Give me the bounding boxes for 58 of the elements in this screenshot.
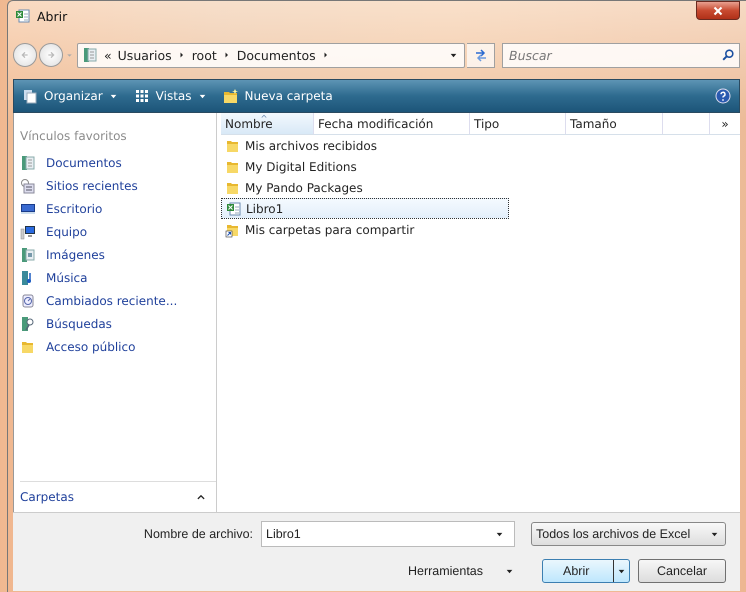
file-row[interactable]: My Digital Editions xyxy=(221,156,509,177)
window-title: Abrir xyxy=(37,8,68,24)
pages-icon xyxy=(22,88,38,104)
more-columns-button[interactable]: » xyxy=(710,113,740,134)
sidebar-item[interactable]: Cambiados reciente... xyxy=(20,289,216,312)
caret-icon xyxy=(178,51,186,59)
search-field[interactable]: Buscar xyxy=(502,42,740,68)
overflow-chevron[interactable]: « xyxy=(104,48,112,62)
document-folder-icon xyxy=(82,47,98,63)
sidebar-item[interactable]: Música xyxy=(20,266,216,289)
close-button[interactable] xyxy=(696,1,740,20)
toolbar-button[interactable]: Organizar xyxy=(22,88,118,104)
breadcrumb[interactable]: Documentos xyxy=(236,48,316,62)
clock-folder-icon xyxy=(20,292,36,308)
file-type-dropdown[interactable]: Todos los archivos de Excel xyxy=(531,522,726,546)
refresh-button[interactable] xyxy=(467,42,495,68)
sidebar-item[interactable]: Búsquedas xyxy=(20,312,216,335)
toolbar-button[interactable]: Vistas xyxy=(134,88,207,104)
recent-places-icon xyxy=(20,178,36,194)
sidebar-item[interactable]: Documentos xyxy=(20,151,216,174)
sidebar-item[interactable]: Imágenes xyxy=(20,243,216,266)
help-button[interactable] xyxy=(715,88,731,104)
breadcrumb[interactable]: root xyxy=(192,48,217,62)
caret-icon xyxy=(222,51,231,59)
file-row[interactable]: My Pando Packages xyxy=(221,177,509,198)
address-bar[interactable]: « Usuarios root Documentos xyxy=(77,42,465,68)
toolbar-button[interactable]: Nueva carpeta xyxy=(222,88,333,104)
grid-icon xyxy=(134,88,150,104)
computer-icon xyxy=(20,224,36,240)
pictures-folder-icon xyxy=(20,246,36,262)
help-icon xyxy=(715,88,731,104)
sidebar-item[interactable]: Equipo xyxy=(20,220,216,243)
spreadsheet-icon xyxy=(15,8,31,24)
filename-label: Nombre de archivo: xyxy=(144,527,253,541)
breadcrumb[interactable]: Usuarios xyxy=(118,48,172,62)
column-header[interactable]: Nombre xyxy=(221,113,314,134)
column-header[interactable]: Tipo xyxy=(470,113,566,134)
caret-icon xyxy=(322,51,330,59)
file-row[interactable]: Mis carpetas para compartir xyxy=(221,219,509,240)
file-row[interactable]: Mis archivos recibidos xyxy=(221,135,509,156)
column-header[interactable]: Tamaño xyxy=(566,113,663,134)
tools-menu[interactable]: Herramientas xyxy=(408,564,514,578)
new-folder-icon xyxy=(222,88,239,104)
sidebar-item[interactable]: Acceso público xyxy=(20,335,216,358)
column-header[interactable]: Fecha modificación xyxy=(314,113,470,134)
forward-button[interactable] xyxy=(39,43,63,67)
file-row[interactable]: Libro1 xyxy=(221,198,509,219)
search-folder-icon xyxy=(20,316,36,332)
section-heading: Vínculos favoritos xyxy=(20,129,128,143)
open-button[interactable]: Abrir xyxy=(542,559,630,583)
filename-field[interactable]: Libro1 xyxy=(261,521,515,547)
search-icon xyxy=(721,48,735,62)
sidebar-item[interactable]: Sitios recientes xyxy=(20,174,216,197)
document-folder-icon xyxy=(20,154,36,170)
cancel-button[interactable]: Cancelar xyxy=(638,559,726,583)
spreadsheet-icon xyxy=(226,200,242,216)
back-button[interactable] xyxy=(13,43,37,67)
sidebar-item[interactable]: Escritorio xyxy=(20,197,216,220)
